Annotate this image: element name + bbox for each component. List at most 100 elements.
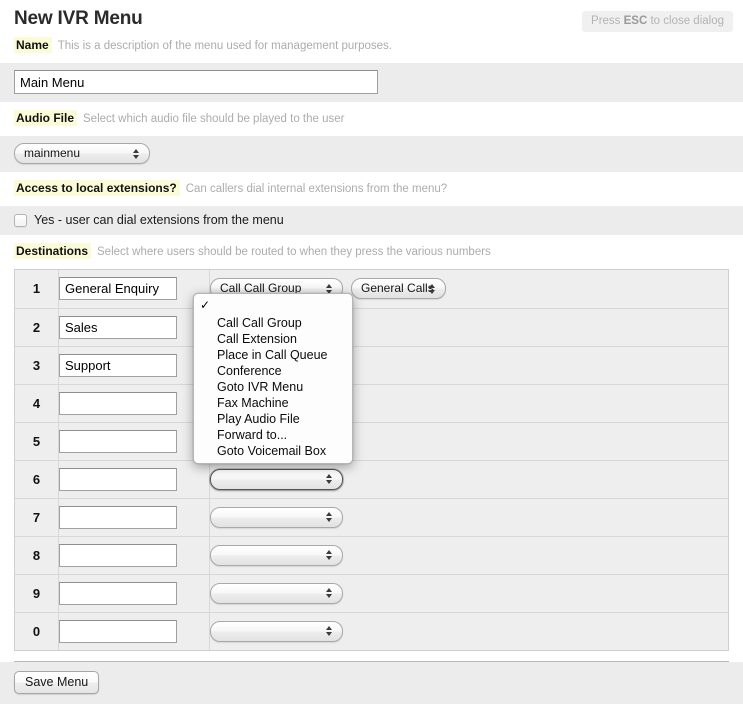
save-menu-button[interactable]: Save Menu <box>14 671 100 694</box>
destination-action-select[interactable] <box>210 506 343 528</box>
table-row: 3 <box>15 346 728 385</box>
local-extensions-hint: Can callers dial internal extensions fro… <box>185 183 448 195</box>
destinations-hint: Select where users should be routed to w… <box>97 246 491 258</box>
name-input[interactable] <box>14 70 378 94</box>
esc-hint-prefix: Press <box>591 15 624 27</box>
name-label: Name <box>14 37 52 53</box>
destination-action-cell <box>209 498 728 537</box>
destination-name-cell <box>58 536 210 575</box>
destination-action-cell <box>209 460 728 499</box>
destination-name-cell <box>58 384 210 423</box>
table-row: 5 <box>15 422 728 461</box>
destination-key-cell: 2 <box>15 308 59 347</box>
destination-target-select-value: General Calls <box>361 281 434 296</box>
chevron-updown-icon <box>326 549 333 561</box>
name-label-row: Name This is a description of the menu us… <box>0 37 743 57</box>
audio-file-label: Audio File <box>14 110 77 126</box>
destination-name-input[interactable] <box>59 619 177 643</box>
destination-action-select[interactable] <box>210 544 343 566</box>
dropdown-menu-item[interactable]: Forward to... <box>194 427 352 443</box>
dropdown-menu-item[interactable]: Goto Voicemail Box <box>194 443 352 459</box>
destination-target-select[interactable]: General Calls <box>351 278 446 300</box>
destination-name-cell <box>58 498 210 537</box>
local-extensions-checkbox-label: Yes - user can dial extensions from the … <box>34 213 284 227</box>
table-row: 2 <box>15 308 728 347</box>
local-extensions-checkbox-row[interactable]: Yes - user can dial extensions from the … <box>14 213 729 227</box>
destinations-table-wrap: 1Call Call GroupGeneral Calls234567890 <box>14 269 729 651</box>
local-extensions-label: Access to local extensions? <box>14 180 180 196</box>
chevron-updown-icon <box>326 511 333 523</box>
destination-key-cell: 1 <box>15 270 59 309</box>
local-extensions-checkbox[interactable] <box>14 213 27 227</box>
chevron-updown-icon <box>133 148 140 160</box>
destination-action-cell <box>209 574 728 613</box>
audio-file-label-row: Audio File Select which audio file should… <box>0 110 743 130</box>
destination-action-cell <box>209 612 728 650</box>
dropdown-menu-item[interactable]: Goto IVR Menu <box>194 379 352 395</box>
local-extensions-band: Yes - user can dial extensions from the … <box>0 206 743 235</box>
table-row: 6 <box>15 460 728 499</box>
audio-file-band: mainmenu <box>0 136 743 172</box>
esc-hint-suffix: to close dialog <box>647 15 724 27</box>
destination-action-dropdown-menu[interactable]: Call Call GroupCall ExtensionPlace in Ca… <box>193 293 353 464</box>
footer-band: Save Menu <box>0 662 743 704</box>
table-row: 8 <box>15 536 728 575</box>
table-row: 0 <box>15 612 728 650</box>
destination-name-cell <box>58 346 210 385</box>
name-hint: This is a description of the menu used f… <box>57 40 393 52</box>
chevron-updown-icon <box>326 625 333 637</box>
destination-name-input[interactable] <box>59 315 177 339</box>
destination-key-cell: 0 <box>15 612 59 650</box>
destination-name-cell <box>58 460 210 499</box>
destination-name-cell <box>58 612 210 650</box>
destination-action-select[interactable] <box>210 468 343 490</box>
destinations-table: 1Call Call GroupGeneral Calls234567890 <box>15 270 728 650</box>
dropdown-menu-item[interactable]: Call Call Group <box>194 315 352 331</box>
table-row: 9 <box>15 574 728 613</box>
page-title: New IVR Menu <box>14 8 143 29</box>
audio-file-select[interactable]: mainmenu <box>14 143 150 164</box>
dropdown-menu-item[interactable]: Call Extension <box>194 331 352 347</box>
destination-key-cell: 4 <box>15 384 59 423</box>
chevron-updown-icon <box>326 473 333 485</box>
destination-name-input[interactable] <box>59 429 177 453</box>
destinations-label: Destinations <box>14 243 92 259</box>
destination-name-cell <box>58 422 210 461</box>
destination-action-select[interactable] <box>210 582 343 604</box>
destination-key-cell: 3 <box>15 346 59 385</box>
destination-name-input[interactable] <box>59 581 177 605</box>
destination-name-cell <box>58 574 210 613</box>
destination-action-cell <box>209 536 728 575</box>
esc-close-hint: Press ESC to close dialog <box>582 11 733 32</box>
table-row: 4 <box>15 384 728 423</box>
audio-file-select-value: mainmenu <box>24 146 81 160</box>
destination-name-input[interactable] <box>59 391 177 415</box>
destination-action-select[interactable] <box>210 620 343 642</box>
name-input-band <box>0 63 743 102</box>
destination-name-input[interactable] <box>59 505 177 529</box>
dropdown-menu-item[interactable] <box>194 297 352 315</box>
destination-key-cell: 5 <box>15 422 59 461</box>
dropdown-menu-item[interactable]: Play Audio File <box>194 411 352 427</box>
dropdown-menu-item[interactable]: Place in Call Queue <box>194 347 352 363</box>
esc-key-label: ESC <box>623 15 648 27</box>
destination-key-cell: 8 <box>15 536 59 575</box>
destination-key-cell: 6 <box>15 460 59 499</box>
audio-file-hint: Select which audio file should be played… <box>83 113 345 125</box>
local-extensions-label-row: Access to local extensions? Can callers d… <box>0 180 743 200</box>
table-row: 1Call Call GroupGeneral Calls <box>15 270 728 309</box>
dropdown-menu-item[interactable]: Conference <box>194 363 352 379</box>
destinations-table-body: 1Call Call GroupGeneral Calls234567890 <box>15 270 728 650</box>
chevron-updown-icon <box>429 283 436 295</box>
destination-key-cell: 9 <box>15 574 59 613</box>
chevron-updown-icon <box>326 587 333 599</box>
destination-name-input[interactable] <box>59 543 177 567</box>
dropdown-menu-item[interactable]: Fax Machine <box>194 395 352 411</box>
destination-name-input[interactable] <box>59 277 177 301</box>
destination-name-input[interactable] <box>59 467 177 491</box>
table-row: 7 <box>15 498 728 537</box>
destination-name-cell <box>58 270 210 309</box>
destinations-label-row: Destinations Select where users should be… <box>0 243 743 263</box>
destination-key-cell: 7 <box>15 498 59 537</box>
destination-name-input[interactable] <box>59 353 177 377</box>
